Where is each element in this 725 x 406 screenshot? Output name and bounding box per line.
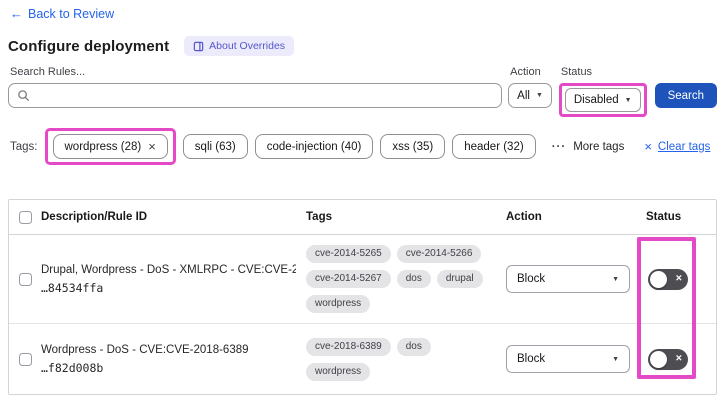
- action-select[interactable]: Block ▼: [506, 345, 630, 373]
- about-overrides-button[interactable]: About Overrides: [184, 36, 295, 56]
- chevron-down-icon: ▼: [612, 275, 619, 283]
- status-toggle[interactable]: ×: [648, 268, 688, 290]
- page-title: Configure deployment: [8, 37, 170, 55]
- table-row: Wordpress - DoS - CVE:CVE-2018-6389 …f82…: [9, 324, 716, 394]
- ellipsis-icon: ···: [551, 140, 567, 153]
- title-row: Configure deployment About Overrides: [8, 36, 725, 56]
- rule-description: Drupal, Wordpress - DoS - XMLRPC - CVE:C…: [41, 263, 296, 276]
- selected-tag-highlight-box: wordpress (28) ×: [44, 128, 176, 165]
- status-toggle[interactable]: ×: [648, 348, 688, 370]
- docs-book-icon: [193, 41, 204, 51]
- tag-filter-label: wordpress (28): [64, 140, 142, 153]
- action-select-value: Block: [517, 273, 546, 285]
- clear-tags-link[interactable]: × Clear tags: [644, 139, 710, 154]
- status-dropdown-value: Disabled: [573, 94, 619, 106]
- action-dropdown-value: All: [517, 89, 530, 102]
- toggle-knob: [650, 270, 667, 288]
- tag-filter-code-injection[interactable]: code-injection (40): [254, 134, 374, 159]
- search-button[interactable]: Search: [654, 83, 717, 108]
- toggle-knob: [650, 350, 667, 368]
- about-overrides-label: About Overrides: [209, 40, 286, 52]
- chevron-down-icon: ▼: [612, 355, 619, 363]
- tag-pill: dos: [396, 337, 431, 356]
- tag-pill: cve-2018-6389: [306, 337, 391, 356]
- chevron-down-icon: ▼: [535, 92, 543, 99]
- chevron-down-icon: ▼: [624, 96, 632, 104]
- row-checkbox[interactable]: [19, 352, 32, 366]
- action-select-value: Block: [517, 353, 546, 365]
- column-header-status: Status: [646, 211, 682, 223]
- more-tags-button[interactable]: ··· More tags: [552, 141, 625, 153]
- rules-table: Description/Rule ID Tags Action Status D…: [8, 199, 717, 395]
- tag-pill: cve-2014-5267: [306, 270, 391, 288]
- rule-id: …f82d008b: [41, 360, 104, 375]
- clear-tags-label: Clear tags: [657, 140, 711, 153]
- clear-x-icon: ×: [644, 139, 652, 154]
- filter-bar: Search Rules... Action All ▼ Status Disa…: [8, 66, 717, 117]
- rule-tags: cve-2014-5265 cve-2014-5266 cve-2014-526…: [306, 245, 506, 313]
- toggle-off-x-icon: ×: [675, 352, 682, 365]
- search-input[interactable]: [8, 83, 503, 108]
- tag-filter-wordpress[interactable]: wordpress (28) ×: [52, 134, 168, 159]
- row-checkbox[interactable]: [19, 272, 32, 286]
- column-header-tags: Tags: [306, 211, 332, 223]
- action-filter-label: Action: [510, 66, 541, 78]
- status-filter-label: Status: [560, 66, 593, 78]
- status-dropdown-highlight-box: Disabled ▼: [558, 83, 647, 117]
- action-dropdown[interactable]: All ▼: [508, 83, 552, 108]
- tag-pill: cve-2014-5265: [306, 245, 391, 263]
- rule-id: …84534ffa: [41, 280, 104, 295]
- table-header-row: Description/Rule ID Tags Action Status: [9, 200, 716, 235]
- toggle-off-x-icon: ×: [675, 272, 682, 285]
- back-link-label: Back to Review: [28, 6, 115, 21]
- tags-label: Tags:: [10, 140, 38, 153]
- action-select[interactable]: Block ▼: [506, 265, 630, 293]
- remove-tag-icon[interactable]: ×: [148, 140, 156, 153]
- back-arrow-icon: ←: [10, 6, 23, 21]
- column-header-description: Description/Rule ID: [41, 211, 148, 223]
- search-rules-label: Search Rules...: [10, 66, 86, 78]
- configure-deployment-page: ← Back to Review Configure deployment Ab…: [0, 0, 725, 406]
- tag-filter-header[interactable]: header (32): [452, 134, 536, 159]
- tag-pill: cve-2014-5266: [396, 245, 482, 263]
- status-dropdown[interactable]: Disabled ▼: [564, 88, 641, 112]
- rule-tags: cve-2018-6389 dos wordpress: [306, 337, 506, 381]
- back-to-review-link[interactable]: ← Back to Review: [10, 6, 114, 21]
- column-header-action: Action: [506, 211, 542, 223]
- tag-pill: wordpress: [306, 362, 371, 381]
- tag-filter-xss[interactable]: xss (35): [380, 134, 446, 159]
- tags-bar: Tags: wordpress (28) × sqli (63) code-in…: [10, 128, 717, 165]
- select-all-checkbox[interactable]: [19, 210, 32, 224]
- rule-description: Wordpress - DoS - CVE:CVE-2018-6389: [41, 343, 249, 356]
- more-tags-label: More tags: [573, 140, 625, 153]
- tag-pill: drupal: [436, 270, 483, 288]
- tag-pill: dos: [396, 270, 431, 288]
- search-icon: [18, 90, 29, 101]
- tag-pill: wordpress: [306, 295, 371, 313]
- tag-filter-sqli[interactable]: sqli (63): [182, 134, 248, 159]
- table-row: Drupal, Wordpress - DoS - XMLRPC - CVE:C…: [9, 235, 716, 324]
